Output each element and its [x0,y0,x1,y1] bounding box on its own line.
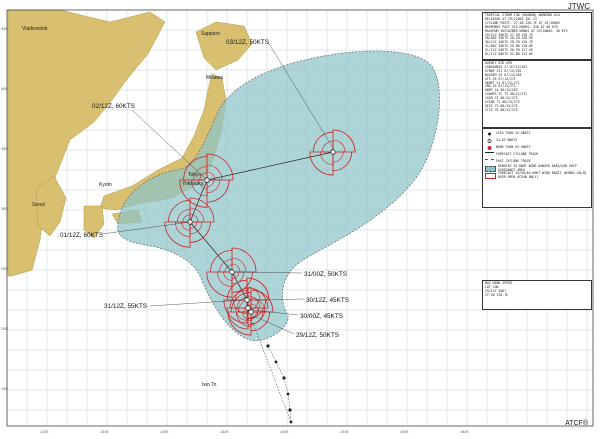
legend-label: FORECAST 34/50/64 KNOT WIND RADII (WINDS… [498,171,587,179]
past-position-dot [266,344,270,348]
lon-tick-130e: 130E [100,430,109,434]
warning-text-line: 01/12Z 60KTS 32.8N 125.6E [485,52,533,57]
storm-symbol [229,269,235,275]
agency-title: JTWC [567,2,590,11]
legend-panel: LESS THAN 34 KNOTS 34-63 KNOTS MORE THAN 6… [482,128,592,208]
place-yokosuka: Yokosuka [182,181,204,187]
key-text-line: 27.2N 128.7E [485,292,509,297]
place-sapporo: Sapporo [201,31,220,37]
place-tokyo: Tokyo [188,172,201,178]
label-03-12z: 03/12Z, 50KTS [226,39,269,46]
lon-tick-135e: 135E [160,430,169,434]
label-30-12z: 30/12Z, 45KTS [306,297,349,304]
warning-text-panel: TROPICAL STORM 13W (KHANUN) WARNING #14 R… [482,12,592,60]
past-position-dot [288,408,292,412]
place-kyoto: Kyoto [99,182,112,188]
legend-label: MORE THAN 63 KNOTS [496,144,531,149]
agency-table-row: CTCX 76 08/12/275 [485,107,518,112]
forecast-map: { "header": { "agency": "JTWC", "footer"… [0,0,600,439]
legend-line-icon [485,152,494,157]
legend-item: LESS THAN 34 KNOTS [485,130,589,137]
lon-tick-150e: 150E [340,430,349,434]
place-seoul: Seoul [32,202,45,208]
legend-label: PAST CYCLONE TRACK [496,158,531,163]
label-02-12z: 02/12Z, 60KTS [92,103,135,110]
legend-item: FORECAST 34/50/64 KNOT WIND RADII (WINDS… [485,171,589,179]
label-31-12z: 31/12Z, 55KTS [104,303,147,310]
legend-item: MORE THAN 63 KNOTS [485,144,589,151]
storm-symbol [245,305,251,311]
storm-symbol [330,149,336,155]
key-panel: MAX WIND SPEED LAT LON 29/12Z 50KT 27.2N 12… [482,280,592,310]
legend-dot-icon [485,131,494,136]
legend-label: LESS THAN 34 KNOTS [496,130,531,135]
atcf-footer: ATCF® [565,420,588,427]
legend-label: FORECAST CYCLONE TRACK [496,151,539,156]
place-iwo-to: Iwo To [202,382,217,388]
legend-storm-icon [485,145,494,150]
legend-ring-icon [485,138,494,143]
lon-tick-140e: 140E [220,430,229,434]
lon-tick-125e: 125E [40,430,49,434]
legend-dashed-icon [485,159,494,164]
lon-tick-145e: 145E [280,430,289,434]
label-30-00z: 30/00Z, 45KTS [300,313,343,320]
legend-radii-icon [485,172,496,179]
label-29-12z: 29/12Z, 50KTS [296,332,339,339]
place-vladivostok: Vladivostok [22,26,48,32]
legend-cone-icon [485,165,496,172]
place-misawa: Misawa [206,75,223,81]
agency-table-panel: AGENCY DIR SPD CONSENSUS 27 07/15/281 ECMW… [482,60,592,128]
lon-tick-155e: 155E [400,430,409,434]
storm-symbol [244,297,250,303]
label-01-12z: 01/12Z, 60KTS [60,232,103,239]
past-position-dot [282,376,286,380]
legend-label: 34-63 KNOTS [496,137,518,142]
label-31-00z: 31/00Z, 50KTS [304,271,347,278]
lon-tick-160e: 160E [460,430,469,434]
legend-item: 34-63 KNOTS [485,137,589,144]
legend-item: FORECAST CYCLONE TRACK [485,151,589,158]
